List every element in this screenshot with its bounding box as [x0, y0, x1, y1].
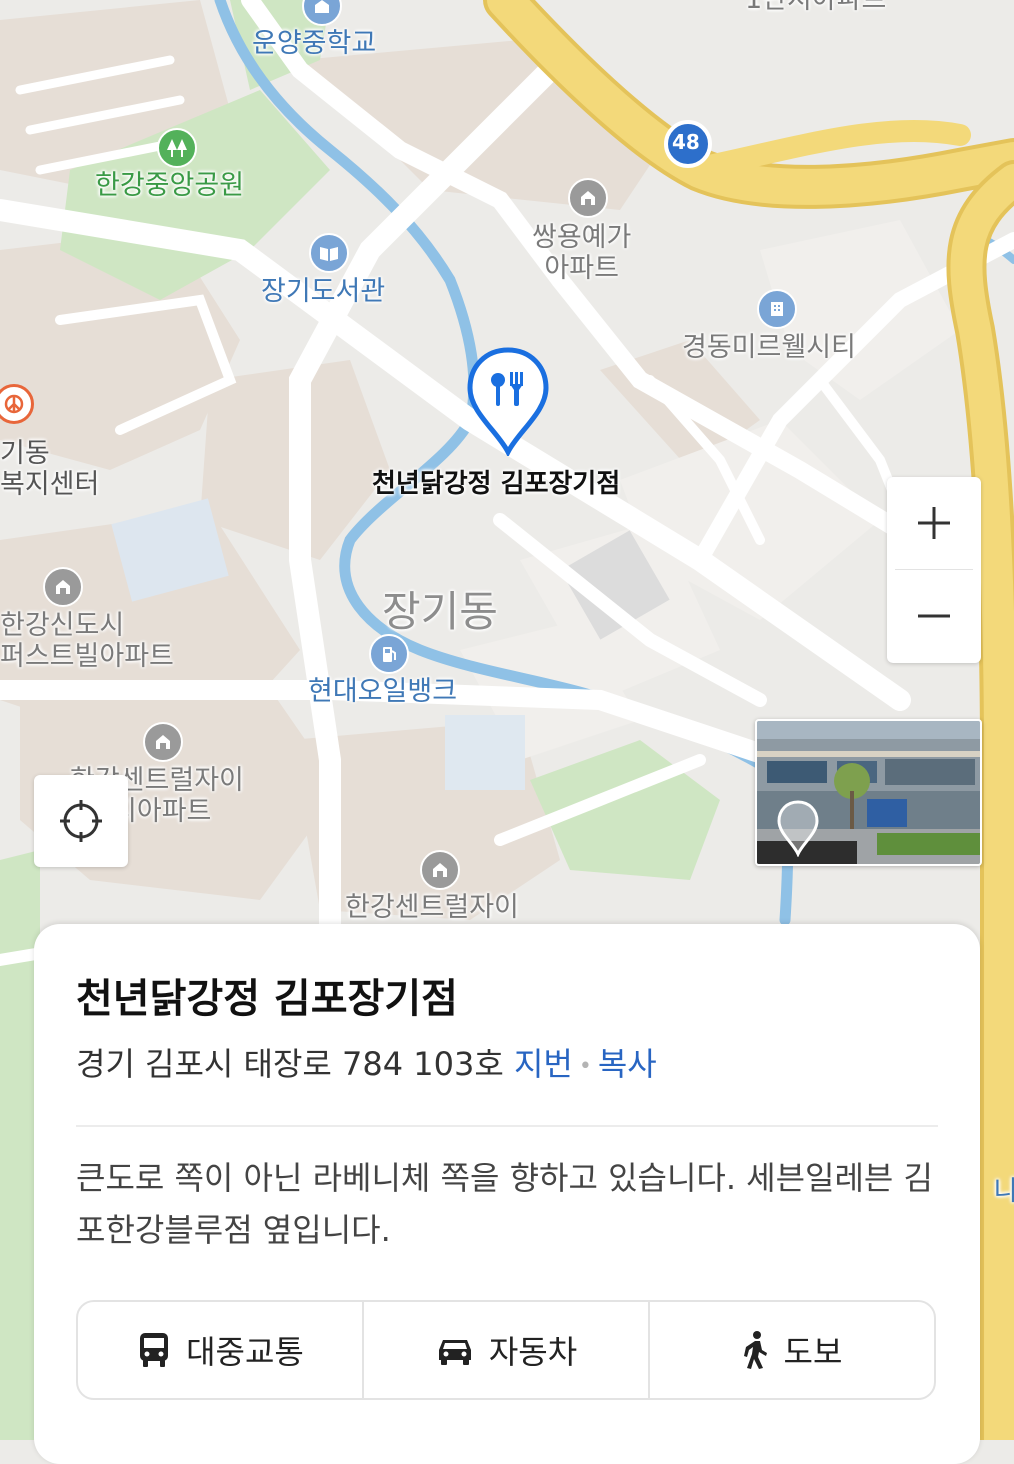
- transit-button[interactable]: 대중교통: [78, 1302, 362, 1398]
- apartment-icon[interactable]: [420, 850, 460, 890]
- apartment-icon[interactable]: [43, 567, 83, 607]
- label-central-b: 한강센트럴자이: [345, 892, 519, 923]
- place-address: 경기 김포시 태장로 784 103호 지번 • 복사: [76, 1039, 657, 1085]
- car-button[interactable]: 자동차: [362, 1302, 648, 1398]
- label-school: 운양중학교: [252, 28, 377, 59]
- street-view-thumbnail[interactable]: [755, 719, 982, 866]
- minus-icon: [918, 614, 950, 618]
- library-icon[interactable]: [309, 233, 349, 273]
- street-view-pin-icon: [777, 800, 819, 857]
- label-ssangyong: 쌍용예가 아파트: [532, 222, 632, 285]
- place-description: 큰도로 쪽이 아닌 라베니체 쪽을 향하고 있습니다. 세븐일레븐 김포한강블루…: [76, 1159, 933, 1249]
- car-icon: [438, 1340, 471, 1365]
- card-divider: [76, 1125, 938, 1127]
- walk-icon: [743, 1331, 767, 1369]
- label-park: 한강중앙공원: [95, 170, 245, 201]
- place-detail-card: 천년닭강정 김포장기점 경기 김포시 태장로 784 103호 지번 • 복사 큰도…: [34, 924, 980, 1464]
- address-text: 경기 김포시 태장로 784 103호: [76, 1045, 504, 1083]
- directions-actions: 대중교통 자동차 도보: [76, 1300, 936, 1400]
- crosshair-icon: [60, 800, 102, 842]
- current-location-button[interactable]: [34, 775, 128, 867]
- car-label: 자동차: [488, 1333, 578, 1371]
- bus-icon: [140, 1333, 169, 1367]
- label-welfare: 기동 복지센터: [0, 438, 100, 501]
- lot-address-link[interactable]: 지번: [514, 1045, 573, 1083]
- building-icon[interactable]: [757, 289, 797, 329]
- park-icon[interactable]: [157, 128, 197, 168]
- label-gyeongdong: 경동미르웰시티: [682, 332, 856, 363]
- separator-dot: •: [578, 1053, 592, 1079]
- copy-address-link[interactable]: 복사: [598, 1045, 657, 1083]
- zoom-in-button[interactable]: [887, 477, 981, 569]
- walk-button[interactable]: 도보: [648, 1302, 934, 1398]
- plus-icon: [918, 507, 950, 539]
- label-district: 장기동: [382, 587, 498, 636]
- label-apartment-top: 1단지아파트: [745, 0, 886, 15]
- label-library: 장기도서관: [261, 276, 386, 307]
- label-firstvill: 한강신도시 퍼스트빌아파트: [0, 610, 174, 673]
- walk-label: 도보: [783, 1333, 843, 1371]
- selected-place-label[interactable]: 천년닭강정 김포장기점: [372, 469, 620, 500]
- selected-place-pin[interactable]: [466, 346, 550, 456]
- zoom-out-button[interactable]: [887, 570, 981, 662]
- label-edge-right: 나: [994, 1176, 1014, 1207]
- apartment-icon[interactable]: [568, 178, 608, 218]
- transit-label: 대중교통: [186, 1333, 304, 1371]
- zoom-control: [887, 477, 981, 663]
- apartment-icon[interactable]: [143, 722, 183, 762]
- label-gas-station: 현대오일뱅크: [308, 676, 458, 707]
- route-number: 48: [672, 130, 700, 154]
- place-title: 천년닭강정 김포장기점: [76, 976, 458, 1022]
- gas-station-icon[interactable]: [369, 634, 409, 674]
